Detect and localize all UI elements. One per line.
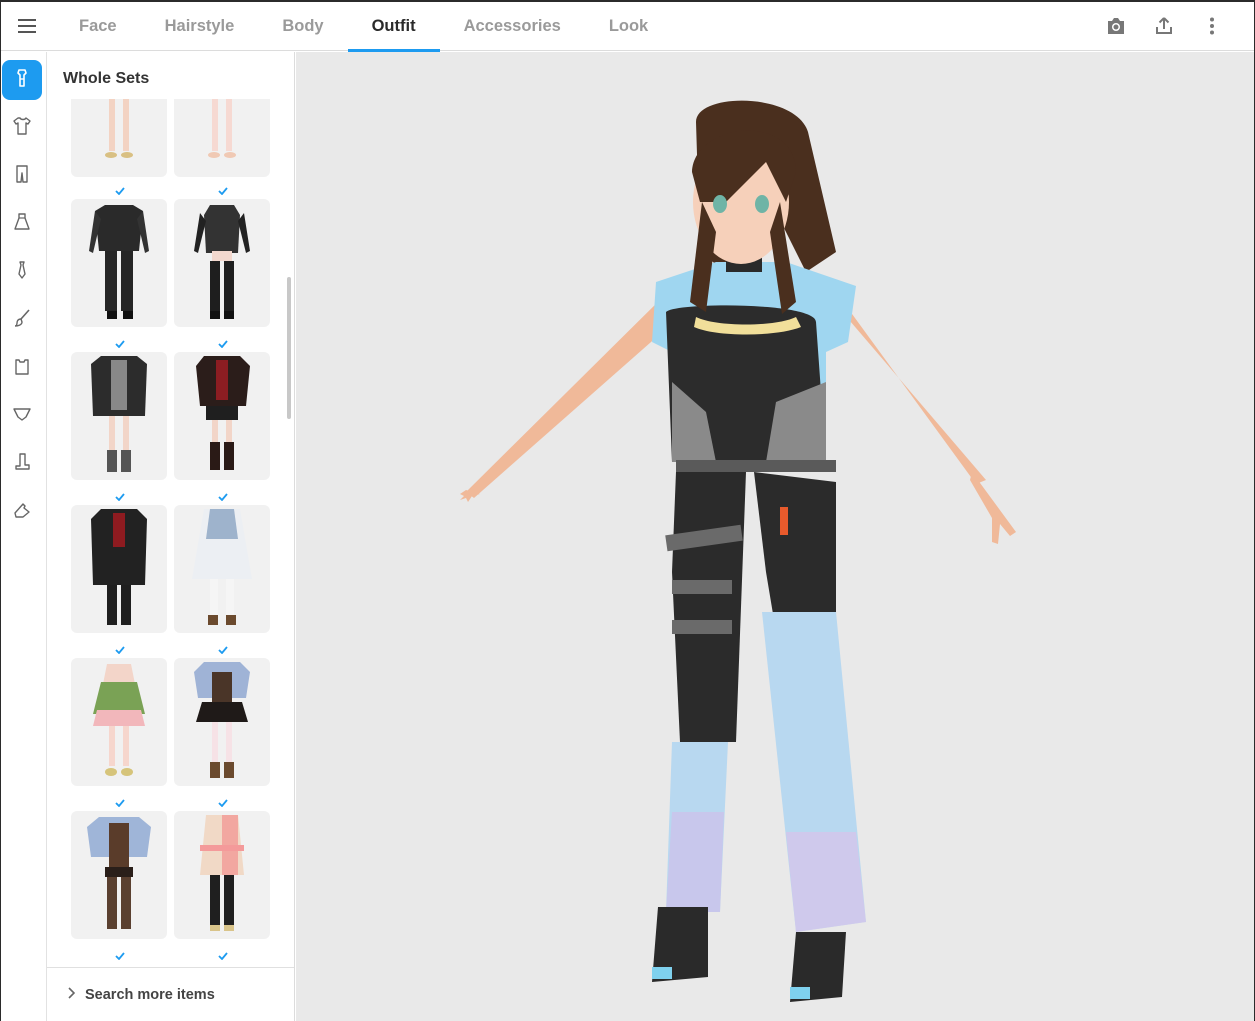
set-thumbnail[interactable] (174, 505, 270, 633)
tab-face[interactable]: Face (55, 2, 141, 51)
set-thumbnail[interactable] (174, 811, 270, 939)
boot-icon (12, 452, 32, 477)
set-thumbnail[interactable] (71, 199, 167, 327)
tie-icon (12, 260, 32, 285)
check-icon (115, 799, 125, 807)
check-icon (218, 340, 228, 348)
search-more-items-label: Search more items (85, 986, 215, 1003)
rail-item-whole-sets[interactable] (2, 60, 42, 100)
item-grid (47, 99, 294, 969)
check-icon (115, 187, 125, 195)
check-icon (115, 952, 125, 960)
tab-look[interactable]: Look (585, 2, 672, 51)
tab-body[interactable]: Body (258, 2, 347, 51)
camera-icon[interactable] (1104, 14, 1128, 38)
rail-item-shoes[interactable] (2, 492, 42, 532)
top-actions (1104, 14, 1224, 38)
chevron-right-icon (67, 986, 76, 1004)
set-thumbnail[interactable] (71, 352, 167, 480)
category-rail (1, 52, 47, 1021)
item-panel: Whole Sets Search more items (47, 52, 295, 1021)
check-icon (115, 646, 125, 654)
whole-set-icon (12, 68, 32, 93)
app-window: Face Hairstyle Body Outfit Accessories L… (0, 0, 1255, 1021)
avatar-figure (460, 100, 1016, 1002)
rail-item-socks[interactable] (2, 444, 42, 484)
pants-icon (12, 164, 32, 189)
check-icon (218, 493, 228, 501)
check-icon (218, 952, 228, 960)
top-bar: Face Hairstyle Body Outfit Accessories L… (1, 2, 1254, 52)
set-thumbnail[interactable] (174, 352, 270, 480)
set-thumbnail[interactable] (174, 658, 270, 786)
set-thumbnail[interactable] (174, 99, 270, 177)
rail-item-neckwear[interactable] (2, 252, 42, 292)
set-thumbnail[interactable] (71, 99, 167, 177)
set-thumbnail[interactable] (71, 658, 167, 786)
category-tabs: Face Hairstyle Body Outfit Accessories L… (55, 2, 672, 52)
check-icon (218, 799, 228, 807)
more-vertical-icon[interactable] (1200, 14, 1224, 38)
bag-icon (12, 356, 32, 381)
check-icon (115, 340, 125, 348)
tab-outfit[interactable]: Outfit (347, 2, 440, 52)
tab-accessories[interactable]: Accessories (440, 2, 585, 51)
rail-item-dresses[interactable] (2, 204, 42, 244)
rail-item-tops[interactable] (2, 108, 42, 148)
rail-item-bottoms[interactable] (2, 156, 42, 196)
set-thumbnail[interactable] (174, 199, 270, 327)
search-more-items-button[interactable]: Search more items (47, 967, 294, 1021)
panel-title: Whole Sets (63, 70, 150, 87)
underwear-icon (12, 404, 32, 429)
brush-icon (12, 308, 32, 333)
share-icon[interactable] (1152, 14, 1176, 38)
rail-item-bags[interactable] (2, 348, 42, 388)
item-grid-scrollbar[interactable] (287, 277, 291, 419)
check-icon (218, 646, 228, 654)
check-icon (115, 493, 125, 501)
dress-icon (12, 212, 32, 237)
avatar-viewport[interactable] (296, 52, 1254, 1021)
set-thumbnail[interactable] (71, 505, 167, 633)
set-thumbnail[interactable] (71, 811, 167, 939)
hamburger-menu-icon[interactable] (15, 14, 39, 38)
tshirt-icon (12, 116, 32, 141)
tab-hairstyle[interactable]: Hairstyle (141, 2, 259, 51)
shoe-icon (12, 500, 32, 525)
check-icon (218, 187, 228, 195)
rail-item-underwear[interactable] (2, 396, 42, 436)
rail-item-paint[interactable] (2, 300, 42, 340)
